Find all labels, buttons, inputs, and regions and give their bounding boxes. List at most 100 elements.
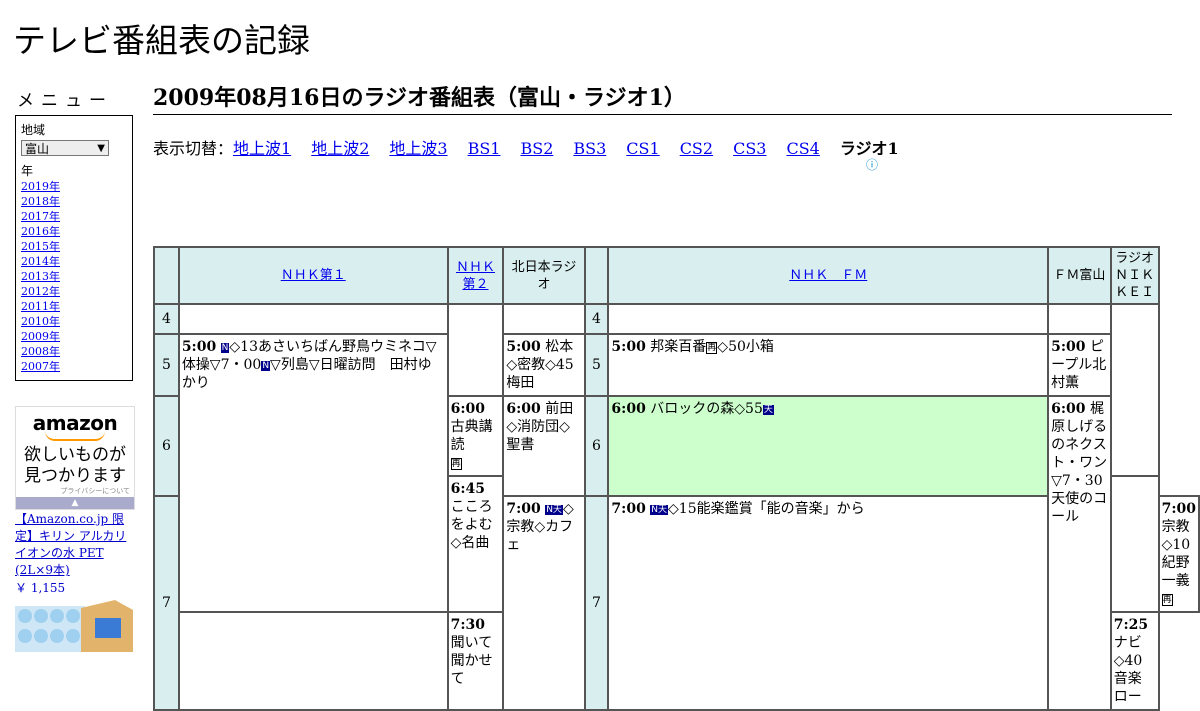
program-title: ◇50小箱 xyxy=(717,339,774,355)
page-title: 2009年08月16日のラジオ番組表（富山・ラジオ1） xyxy=(153,84,1172,115)
ad-copy-line: 欲しいものが xyxy=(24,445,126,465)
program-cell[interactable]: 6:00 梶原しげるのネクスト・ワン▽7・30天使のコール xyxy=(1047,395,1112,711)
sidebar: メニュー 地域 富山 ▼ 年 2019年 2018年 2017年 2016年 2… xyxy=(15,86,135,381)
rerun-badge: 再 xyxy=(706,342,718,354)
year-link[interactable]: 2013年 xyxy=(21,270,60,283)
program-cell[interactable]: 7:30 聞いて聞かせて xyxy=(446,611,505,711)
year-list: 2019年 2018年 2017年 2016年 2015年 2014年 2013… xyxy=(21,179,132,374)
channel-header-nikkei: ラジオＮＩＫＫＥＩ xyxy=(1109,246,1160,305)
program-cell[interactable]: 7:00 宗教◇10紀野一義再 xyxy=(1157,495,1200,613)
program-time: 6:45 xyxy=(450,481,486,497)
hour-cell: 6 xyxy=(153,395,180,497)
program-title: 宗教◇10紀野一義 xyxy=(1161,519,1191,589)
product-image[interactable] xyxy=(15,600,133,652)
program-title: 古典講読 xyxy=(450,419,493,453)
switch-link-cs2[interactable]: CS2 xyxy=(680,139,713,158)
program-cell[interactable]: 6:00 前田◇消防団◇聖書 xyxy=(502,395,586,497)
program-cell[interactable]: 7:25 ナビ◇40音楽ロー xyxy=(1109,611,1160,711)
menu-box: 地域 富山 ▼ 年 2019年 2018年 2017年 2016年 2015年 … xyxy=(15,115,133,381)
switch-link-cs4[interactable]: CS4 xyxy=(786,139,819,158)
year-label: 年 xyxy=(21,164,34,178)
ad-copy: 欲しいものが 見つかります xyxy=(16,445,134,487)
year-link[interactable]: 2008年 xyxy=(21,345,60,358)
hour-cell: 4 xyxy=(153,303,180,335)
chevron-down-icon: ▼ xyxy=(97,143,105,154)
program-time: 5:00 xyxy=(506,339,541,355)
channel-link-nhkfm[interactable]: ＮＨＫ ＦＭ xyxy=(789,268,867,283)
program-cell-empty xyxy=(177,303,449,335)
program-cell[interactable]: 7:00 N天◇15能楽鑑賞「能の音楽」から xyxy=(607,495,1050,711)
program-time: 5:00 xyxy=(611,339,646,355)
ad-price: ￥ 1,155 xyxy=(15,581,66,595)
amazon-ad[interactable]: amazon 欲しいものが 見つかります プライバシーについて ▲ 【Amazo… xyxy=(15,406,135,652)
site-title: テレビ番組表の記録 xyxy=(13,21,310,60)
channel-link-nhk2[interactable]: ＮＨＫ第２ xyxy=(456,260,495,292)
program-time: 5:00 xyxy=(1051,339,1086,355)
program-time: 6:00 xyxy=(1051,401,1086,417)
program-cell[interactable]: 5:00 N◇13あさいちばん野鳥ウミネコ▽体操▽7・00N▽列島▽日曜訪問 田… xyxy=(177,333,449,613)
hour-cell: 4 xyxy=(583,303,610,335)
program-cell-empty xyxy=(446,303,505,397)
switch-link-bs2[interactable]: BS2 xyxy=(520,139,553,158)
program-time: 7:00 xyxy=(1161,501,1196,517)
program-cell[interactable]: 5:00 ピープル北村薫 xyxy=(1047,333,1112,397)
program-cell[interactable]: 5:00 松本◇密教◇45梅田 xyxy=(502,333,586,397)
weather-badge: 天 xyxy=(762,405,774,415)
year-link[interactable]: 2019年 xyxy=(21,180,60,193)
switch-link-bs3[interactable]: BS3 xyxy=(573,139,606,158)
program-cell-highlighted[interactable]: 6:00 バロックの森◇55天 xyxy=(607,395,1050,497)
ad-copy-line: 見つかります xyxy=(24,466,126,486)
year-link[interactable]: 2015年 xyxy=(21,240,60,253)
channel-header-nhkfm: ＮＨＫ ＦＭ xyxy=(607,246,1050,305)
rerun-badge: 再 xyxy=(1161,594,1173,606)
program-time: 7:00 xyxy=(506,501,541,517)
program-cell[interactable]: 6:45 こころをよむ◇名曲 xyxy=(446,475,505,613)
program-grid: ＮＨＫ第１ ＮＨＫ第２ 北日本ラジオ ＮＨＫ ＦＭ ＦＭ富山 ラジオＮＩＫＫＥＩ… xyxy=(153,246,1200,711)
year-link[interactable]: 2011年 xyxy=(21,300,60,313)
program-time: 7:25 xyxy=(1113,617,1149,633)
switch-link-cs3[interactable]: CS3 xyxy=(733,139,766,158)
hour-cell: 5 xyxy=(153,333,180,397)
year-link[interactable]: 2014年 xyxy=(21,255,60,268)
program-cell[interactable]: 7:00 N天◇宗教◇カフェ xyxy=(502,495,586,711)
ad-product-link[interactable]: 【Amazon.co.jp 限定】キリン アルカリイオンの水 PET (2L×9… xyxy=(15,511,135,579)
switch-link-terrestrial1[interactable]: 地上波1 xyxy=(233,139,291,158)
year-link[interactable]: 2012年 xyxy=(21,285,60,298)
hour-header-corner xyxy=(153,246,180,305)
switch-link-terrestrial3[interactable]: 地上波3 xyxy=(389,139,447,158)
hour-cell: 5 xyxy=(583,333,610,397)
region-select[interactable]: 富山 ▼ xyxy=(21,140,109,156)
channel-link-nhk1[interactable]: ＮＨＫ第１ xyxy=(281,268,346,283)
main-content: 2009年08月16日のラジオ番組表（富山・ラジオ1） 表示切替：地上波1 地上波… xyxy=(153,84,1172,175)
news-weather-badge: N天 xyxy=(545,505,563,515)
year-link[interactable]: 2007年 xyxy=(21,360,60,373)
switch-link-cs1[interactable]: CS1 xyxy=(626,139,659,158)
ad-collapse-icon[interactable]: ▲ xyxy=(16,497,134,509)
switch-link-bs1[interactable]: BS1 xyxy=(468,139,501,158)
year-link[interactable]: 2016年 xyxy=(21,225,60,238)
program-title: 梶原しげるのネクスト・ワン▽7・30天使のコール xyxy=(1051,401,1108,525)
channel-header-fmtoyama: ＦＭ富山 xyxy=(1047,246,1112,305)
program-time: 6:00 xyxy=(611,401,646,417)
program-title: 邦楽百番 xyxy=(650,339,707,355)
channel-header-nhk1: ＮＨＫ第１ xyxy=(177,246,449,305)
program-title: ◇15能楽鑑賞「能の音楽」から xyxy=(668,501,865,517)
hour-header-mid xyxy=(583,246,610,305)
switcher-label: 表示切替： xyxy=(153,139,234,158)
year-link[interactable]: 2018年 xyxy=(21,195,60,208)
region-label: 地域 xyxy=(21,123,46,137)
program-cell-empty xyxy=(607,303,1050,335)
program-cell-empty xyxy=(1109,303,1160,477)
hour-cell: 7 xyxy=(153,495,180,711)
news-badge: N xyxy=(261,361,271,371)
ad-privacy[interactable]: プライバシーについて xyxy=(60,486,130,496)
year-link[interactable]: 2010年 xyxy=(21,315,60,328)
year-link[interactable]: 2017年 xyxy=(21,210,60,223)
switch-link-terrestrial2[interactable]: 地上波2 xyxy=(311,139,369,158)
program-cell[interactable]: 5:00 邦楽百番再◇50小箱 xyxy=(607,333,1050,397)
program-cell[interactable]: 6:00 古典講読再 xyxy=(446,395,505,477)
program-time: 7:30 xyxy=(450,617,486,633)
ad-banner[interactable]: amazon 欲しいものが 見つかります プライバシーについて ▲ xyxy=(15,406,135,510)
year-link[interactable]: 2009年 xyxy=(21,330,60,343)
info-icon[interactable]: ⓘ xyxy=(866,156,878,173)
